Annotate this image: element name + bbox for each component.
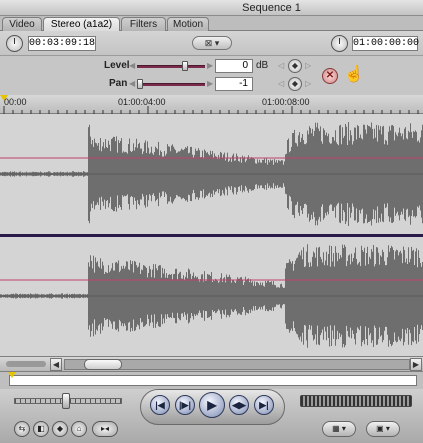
level-increase-arrow-icon[interactable]: ▶ (207, 61, 213, 70)
tab-filters[interactable]: Filters (121, 17, 166, 31)
play-in-to-out-button[interactable]: |▶| (175, 395, 195, 415)
audio-controls-panel: 00:03:09:18 ⊠ ▾ 01:00:00:00 Level ◀ ▶ 0 … (0, 31, 423, 95)
level-slider-track[interactable] (137, 65, 205, 68)
level-decrease-arrow-icon[interactable]: ◀ (129, 61, 135, 70)
duration-timecode-field[interactable]: 00:03:09:18 (28, 36, 96, 51)
arrow-left-icon: ◀ (52, 360, 60, 369)
scrubber-track[interactable] (9, 375, 417, 386)
go-to-previous-edit-icon: |◀ (155, 400, 165, 410)
go-to-previous-edit-button[interactable]: |◀ (150, 395, 170, 415)
grid-icon: ▦ ▾ (332, 424, 346, 433)
mark-clip-button[interactable]: ◧ (33, 421, 49, 437)
window-title-bar: Sequence 1 (0, 0, 423, 16)
level-label: Level (104, 60, 130, 71)
level-next-keyframe-icon[interactable]: ▷ (305, 61, 311, 70)
horizontal-scrollbar[interactable]: ◀ ▶ (0, 356, 423, 372)
shuttle-slider-thumb[interactable] (62, 393, 70, 409)
mark-in-out-icon: ▸◂ (100, 424, 110, 433)
ruler-ticks (3, 106, 419, 114)
current-time-clock-icon (331, 35, 348, 52)
mark-in-out-button[interactable]: ▸◂ (92, 421, 118, 437)
reset-button[interactable]: ✕ (322, 68, 338, 84)
jog-control[interactable] (300, 395, 412, 407)
current-timecode-field[interactable]: 01:00:00:00 (352, 36, 419, 51)
filmstrip-button[interactable]: ⊠ ▾ (192, 36, 232, 50)
view-options-popup[interactable]: ▦ ▾ (322, 421, 356, 437)
overlay-options-popup[interactable]: ▣ ▾ (366, 421, 400, 437)
go-to-next-edit-button[interactable]: ▶| (254, 395, 274, 415)
overlay-icon: ▣ ▾ (376, 424, 390, 433)
match-frame-button[interactable]: ⇆ (14, 421, 30, 437)
pan-label: Pan (109, 78, 128, 89)
scrubber-playhead-icon[interactable] (8, 372, 16, 378)
play-around-current-icon: ◀▶ (232, 400, 246, 410)
add-keyframe-icon: ◆ (56, 424, 64, 433)
tab-bar: Video Stereo (a1a2) Filters Motion (0, 16, 423, 32)
play-icon: ▶ (207, 398, 217, 412)
pan-prev-keyframe-icon[interactable]: ◁ (278, 79, 284, 88)
mark-clip-icon: ◧ (37, 424, 45, 433)
add-keyframe-button[interactable]: ◆ (52, 421, 68, 437)
duration-clock-icon (6, 35, 23, 52)
keyframe-diamond-icon: ◆ (291, 61, 299, 70)
tab-video[interactable]: Video (2, 17, 42, 31)
pan-increase-arrow-icon[interactable]: ▶ (207, 79, 213, 88)
play-button[interactable]: ▶ (199, 392, 225, 418)
zoom-slider[interactable] (6, 361, 46, 367)
channel-divider (0, 234, 423, 237)
timecode-toolbar: 00:03:09:18 ⊠ ▾ 01:00:00:00 (0, 31, 423, 56)
match-frame-icon: ⇆ (18, 424, 26, 433)
scrubber-bar[interactable] (0, 372, 423, 389)
scroll-left-button[interactable]: ◀ (50, 358, 62, 371)
drag-hand-icon[interactable]: ☝ (344, 64, 364, 84)
scroll-right-button[interactable]: ▶ (410, 358, 422, 371)
level-value-field[interactable]: 0 (215, 59, 253, 73)
add-marker-button[interactable]: ⌂ (71, 421, 87, 437)
pan-value-field[interactable]: -1 (215, 77, 253, 91)
pan-keyframe-button[interactable]: ◆ (288, 77, 302, 91)
keyframe-diamond-icon: ◆ (291, 79, 299, 88)
pan-slider-thumb[interactable] (137, 79, 143, 89)
play-in-to-out-icon: |▶| (179, 400, 191, 410)
level-slider-thumb[interactable] (181, 61, 188, 71)
timeline-ruler[interactable]: 00:00 01:00:04:00 01:00:08:00 (0, 95, 423, 114)
pan-slider-track[interactable] (137, 83, 205, 86)
arrow-right-icon: ▶ (412, 360, 420, 369)
play-around-current-button[interactable]: ◀▶ (229, 395, 249, 415)
waveform-display[interactable] (0, 114, 423, 356)
level-unit: dB (256, 60, 269, 71)
window-title: Sequence 1 (242, 2, 301, 14)
x-icon: ✕ (325, 70, 335, 81)
pan-next-keyframe-icon[interactable]: ▷ (305, 79, 311, 88)
go-to-next-edit-icon: ▶| (259, 400, 269, 410)
transport-controls: |◀ |▶| ▶ ◀▶ ▶| ⇆ ◧ ◆ ⌂ ▸◂ ▦ ▾ ▣ ▾ (0, 389, 423, 443)
level-keyframe-button[interactable]: ◆ (288, 59, 302, 73)
add-marker-icon: ⌂ (76, 424, 82, 433)
level-prev-keyframe-icon[interactable]: ◁ (278, 61, 284, 70)
pan-decrease-arrow-icon[interactable]: ◀ (129, 79, 135, 88)
waveform-svg (0, 114, 423, 356)
tab-stereo[interactable]: Stereo (a1a2) (43, 17, 120, 32)
filmstrip-icon: ⊠ ▾ (204, 38, 220, 48)
scroll-thumb[interactable] (84, 359, 122, 370)
tab-motion[interactable]: Motion (167, 17, 209, 31)
